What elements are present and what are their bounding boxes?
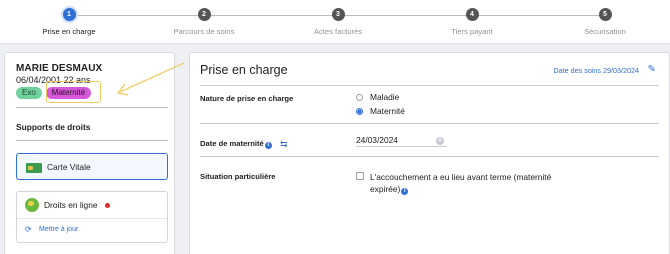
premature-label: L'accouchement a eu lieu avant terme (ma…: [370, 172, 552, 194]
divider: [200, 156, 659, 157]
premature-checkbox[interactable]: [356, 172, 364, 180]
clear-icon[interactable]: ✕: [436, 137, 444, 145]
premature-label-row: L'accouchement a eu lieu avant terme (ma…: [370, 171, 570, 195]
maternity-date-input[interactable]: 24/03/2024: [356, 135, 446, 147]
info-icon[interactable]: i: [401, 188, 409, 195]
step-label: Actes facturés: [313, 27, 363, 36]
info-icon[interactable]: i: [264, 142, 272, 149]
droits-en-ligne-card[interactable]: Droits en ligne ⟳ Mettre à jour: [16, 191, 168, 243]
situation-label: Situation particulière: [200, 172, 276, 181]
step-label: Prise en charge: [42, 27, 96, 36]
patient-name: MARIE DESMAUX: [16, 63, 103, 74]
maternity-date-label: Date de maternité: [200, 139, 264, 148]
step-number: 3: [331, 8, 345, 21]
radio-maternite-label: Maternité: [370, 106, 405, 116]
update-link[interactable]: Mettre à jour: [39, 226, 78, 233]
step-number: 5: [598, 8, 612, 21]
carte-vitale-label: Carte Vitale: [47, 162, 91, 172]
pencil-icon[interactable]: ✎: [648, 64, 656, 75]
radio-maladie-circle[interactable]: [356, 93, 363, 101]
exo-badge: Exo: [16, 87, 42, 99]
divider: [17, 218, 167, 219]
refresh-icon[interactable]: ⟳: [25, 225, 32, 234]
care-date-link[interactable]: Date des soins 29/03/2024: [553, 66, 639, 75]
rights-section-title: Supports de droits: [16, 122, 91, 132]
divider: [16, 140, 168, 141]
prise-en-charge-panel: Prise en charge Date des soins 29/03/202…: [189, 52, 670, 254]
step-label: Sécurisation: [584, 27, 626, 36]
maternity-date-label-row: Date de maternité i: [200, 139, 272, 149]
alert-dot: [105, 203, 110, 208]
step-number: 4: [465, 8, 479, 21]
panel-title: Prise en charge: [200, 63, 288, 77]
step-number: 1: [62, 8, 76, 21]
step-prise-en-charge[interactable]: 1 Prise en charge: [9, 8, 129, 36]
step-label: Parcours de soins: [173, 27, 235, 36]
carte-vitale-button[interactable]: Carte Vitale: [16, 153, 168, 180]
maternite-highlight: [46, 81, 101, 103]
divider: [200, 85, 659, 86]
divider: [16, 107, 168, 108]
step-actes-factures[interactable]: 3 Actes facturés: [278, 8, 398, 36]
step-parcours-de-soins[interactable]: 2 Parcours de soins: [144, 8, 264, 36]
nature-label: Nature de prise en charge: [200, 94, 294, 103]
step-securisation[interactable]: 5 Sécurisation: [545, 8, 665, 36]
radio-maternite[interactable]: Maternité: [356, 106, 405, 116]
step-tiers-payant[interactable]: 4 Tiers payant: [412, 8, 532, 36]
link-icon[interactable]: ⇆: [280, 139, 288, 150]
carte-vitale-icon: [26, 163, 42, 173]
radio-maternite-circle[interactable]: [356, 107, 363, 115]
step-number: 2: [197, 8, 211, 21]
radio-maladie-label: Maladie: [370, 92, 400, 102]
step-label: Tiers payant: [451, 27, 493, 36]
stepper: 1 Prise en charge 2 Parcours de soins 3 …: [0, 0, 670, 44]
globe-icon: [25, 198, 39, 212]
radio-maladie[interactable]: Maladie: [356, 92, 399, 102]
annotation-arrow: [116, 62, 185, 96]
droits-en-ligne-label: Droits en ligne: [44, 200, 98, 210]
divider: [200, 123, 659, 124]
